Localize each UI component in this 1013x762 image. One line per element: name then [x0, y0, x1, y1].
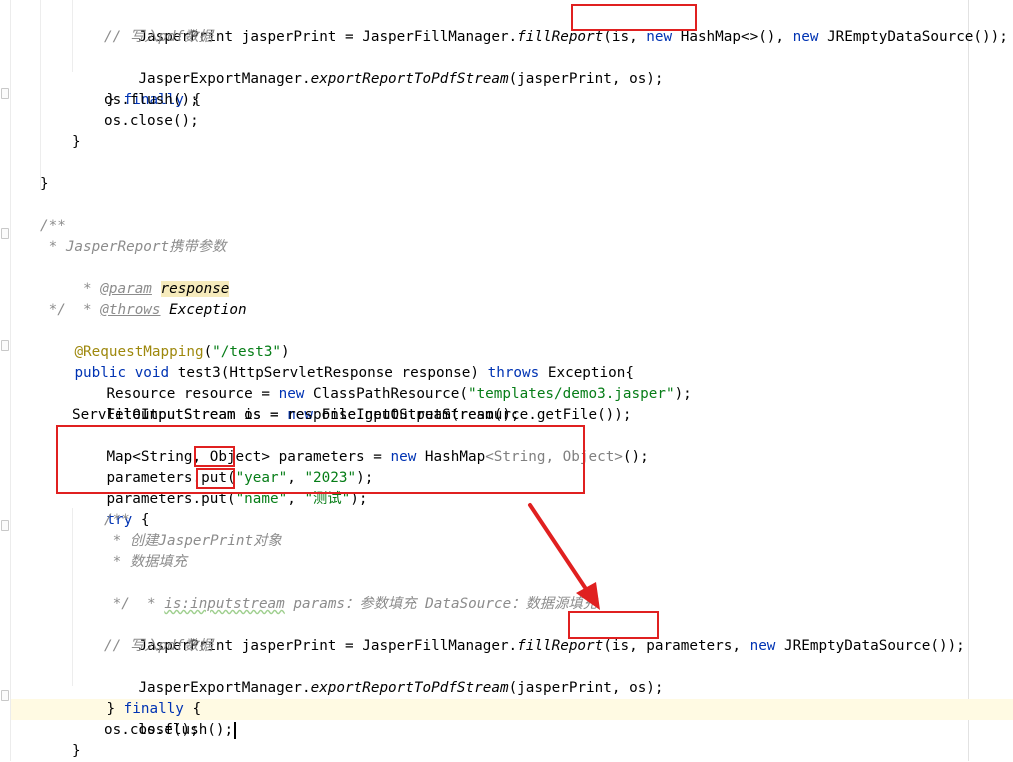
red-arrow-icon: [528, 503, 600, 610]
